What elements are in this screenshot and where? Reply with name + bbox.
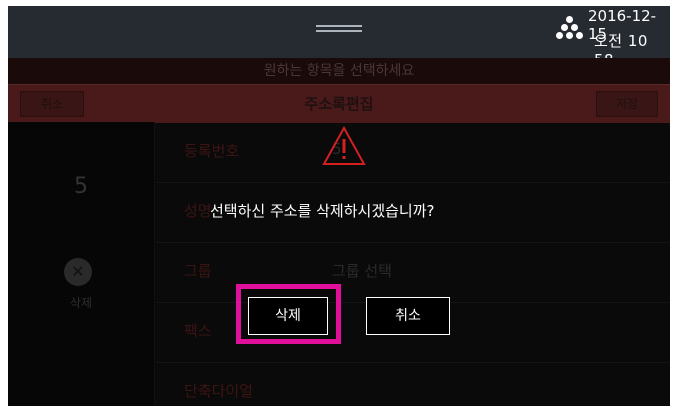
form-row-label: 그룹 <box>184 262 212 280</box>
drag-handle-icon[interactable] <box>316 25 362 33</box>
form-row-speed-dial[interactable]: 단축다이얼 <box>156 362 670 406</box>
delete-entry-button[interactable]: ✕ <box>64 258 92 286</box>
form-row-label: 등록번호 <box>184 142 240 160</box>
status-bar: 2016-12-15 오전 10 58 <box>8 6 670 69</box>
delete-label: 삭제 <box>69 296 93 310</box>
form-row-label: 단축다이얼 <box>184 382 254 400</box>
warning-icon <box>322 126 366 165</box>
form-row-registration-number[interactable]: 등록번호 5 <box>156 122 670 183</box>
form-row-label: 성명 <box>184 202 212 220</box>
title-bar: 취소 주소록편집 저장 <box>8 84 670 123</box>
form-row-value: 그룹 선택 <box>332 262 392 280</box>
address-form: 등록번호 5 성명 그룹 그룹 선택 팩스 단축다이얼 <box>156 122 670 406</box>
instruction-text: 원하는 항목을 선택하세요 <box>8 58 670 84</box>
dialog-message: 선택하신 주소를 삭제하시겠습니까? <box>210 202 435 220</box>
left-panel: 5 ✕ 삭제 <box>8 122 155 406</box>
form-row-label: 팩스 <box>184 322 212 340</box>
save-button[interactable]: 저장 <box>596 91 658 117</box>
close-icon: ✕ <box>71 262 85 281</box>
wps-icon <box>556 14 584 44</box>
page-title: 주소록편집 <box>304 95 374 113</box>
screen: 2016-12-15 오전 10 58 원하는 항목을 선택하세요 취소 주소록… <box>8 6 670 406</box>
entry-number: 5 <box>74 174 88 199</box>
form-row-group[interactable]: 그룹 그룹 선택 <box>156 242 670 303</box>
dialog-cancel-button[interactable]: 취소 <box>366 297 450 335</box>
confirm-delete-button[interactable]: 삭제 <box>248 297 328 335</box>
